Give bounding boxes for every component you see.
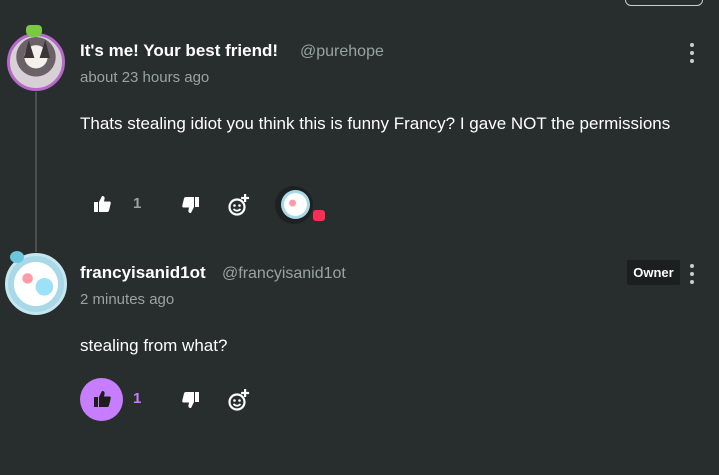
more-vertical-icon[interactable]	[688, 264, 696, 284]
comment-timestamp[interactable]: 2 minutes ago	[80, 291, 174, 308]
comment-body: stealing from what?	[80, 336, 228, 355]
avatar[interactable]	[7, 33, 65, 91]
avatar-badge-icon	[26, 25, 42, 37]
like-count: 1	[133, 390, 142, 407]
add-reaction-icon[interactable]	[227, 193, 251, 217]
author-name[interactable]: francyisanid1ot	[80, 263, 206, 283]
thumbs-up-icon[interactable]	[92, 194, 112, 214]
avatar-ears	[24, 40, 50, 58]
like-count: 1	[133, 195, 142, 212]
thumbs-down-icon[interactable]	[180, 195, 200, 215]
avatar-badge-icon	[10, 251, 24, 263]
thumbs-up-icon[interactable]	[92, 389, 112, 409]
top-action-button[interactable]	[625, 0, 703, 6]
comment-body: Thats stealing idiot you think this is f…	[80, 114, 671, 133]
more-vertical-icon[interactable]	[688, 43, 696, 63]
author-name[interactable]: It's me! Your best friend!	[80, 41, 278, 61]
add-reaction-icon[interactable]	[227, 388, 251, 412]
author-handle[interactable]: @francyisanid1ot	[222, 265, 346, 283]
thumbs-down-icon[interactable]	[180, 390, 200, 410]
author-handle[interactable]: @purehope	[300, 43, 384, 61]
owner-badge: Owner	[627, 260, 680, 285]
thread-line	[35, 92, 37, 252]
comment-timestamp[interactable]: about 23 hours ago	[80, 69, 209, 86]
reaction-emoji-icon	[313, 210, 325, 221]
reaction-avatar	[281, 190, 310, 219]
